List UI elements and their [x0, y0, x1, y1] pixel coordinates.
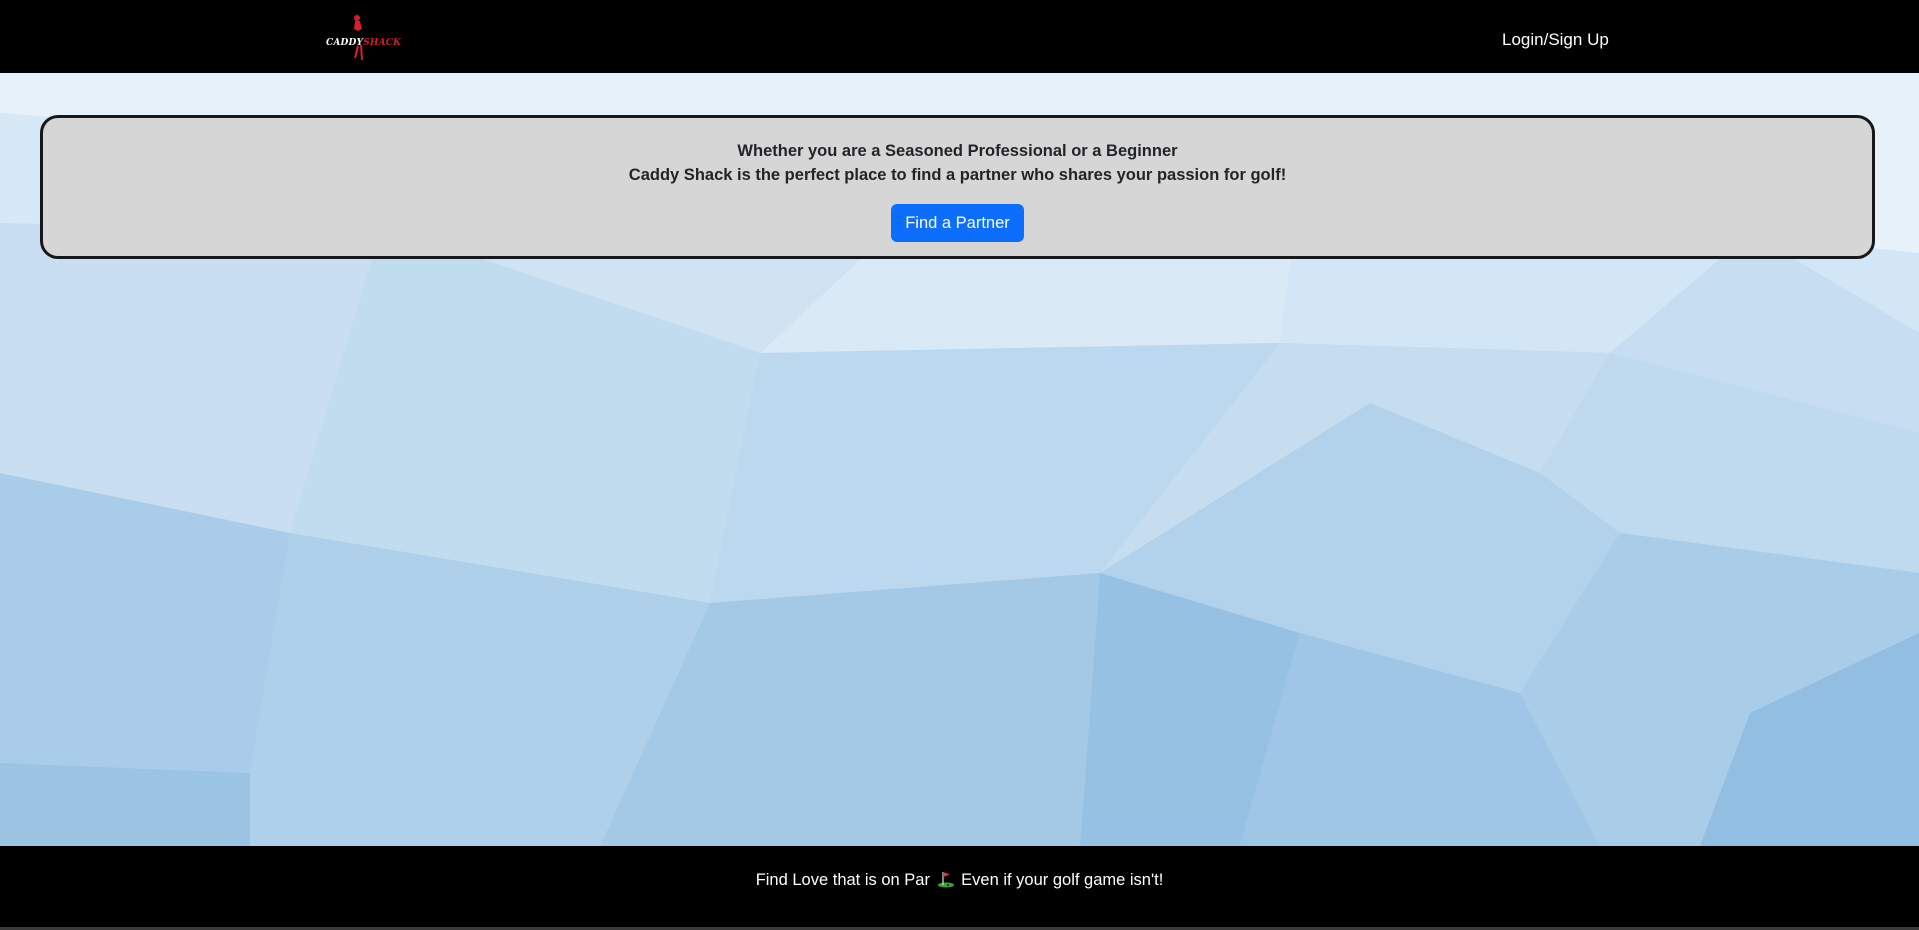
footer-text-before: Find Love that is on Par	[755, 871, 930, 889]
find-partner-button[interactable]: Find a Partner	[891, 204, 1024, 242]
brand-text-main: CADDY	[326, 38, 364, 48]
footer-text-after: Even if your golf game isn't!	[961, 871, 1164, 889]
hero-banner: Whether you are a Seasoned Professional …	[40, 115, 1875, 259]
golf-flag-icon	[937, 872, 954, 888]
caddy-shack-logo[interactable]: CADDYSHACK	[324, 14, 401, 64]
brand-wordmark: CADDYSHACK	[326, 32, 401, 50]
login-signup-link[interactable]: Login/Sign Up	[1502, 29, 1609, 51]
hero-headline: Whether you are a Seasoned Professional …	[737, 142, 1178, 160]
page-footer: Find Love that is on Par Even if your go…	[0, 846, 1919, 930]
hero-subheadline: Caddy Shack is the perfect place to find…	[628, 166, 1287, 184]
footer-tagline: Find Love that is on Par Even if your go…	[0, 868, 1919, 892]
brand-text-accent: SHACK	[363, 38, 402, 48]
top-navbar: CADDYSHACK Login/Sign Up	[0, 0, 1919, 73]
